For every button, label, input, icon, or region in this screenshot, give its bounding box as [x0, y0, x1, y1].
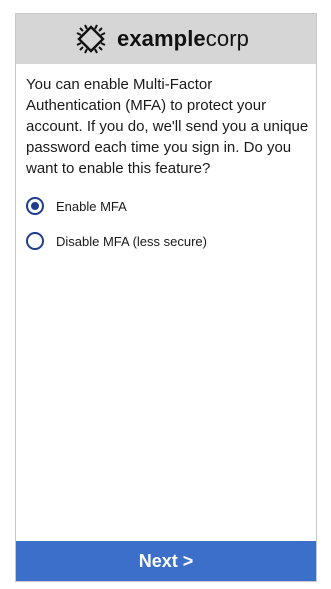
radio-disable-mfa[interactable]	[26, 232, 44, 250]
option-enable-mfa[interactable]: Enable MFA	[26, 195, 310, 217]
option-label-enable-mfa: Enable MFA	[56, 198, 127, 214]
header-bar: examplecorp	[16, 14, 316, 64]
brand-name-light: corp	[205, 26, 249, 51]
brand-logo: examplecorp	[117, 26, 249, 52]
radio-enable-mfa[interactable]	[26, 197, 44, 215]
mfa-screen: examplecorp You can enable Multi-Factor …	[15, 13, 317, 582]
main-content: You can enable Multi-Factor Authenticati…	[26, 74, 310, 265]
next-button[interactable]: Next >	[16, 541, 316, 581]
next-button-label: Next >	[138, 550, 194, 571]
brand-name-bold: example	[117, 26, 206, 51]
option-disable-mfa[interactable]: Disable MFA (less secure)	[26, 230, 310, 252]
intro-text: You can enable Multi-Factor Authenticati…	[26, 76, 309, 177]
chip-icon	[76, 24, 106, 54]
option-label-disable-mfa: Disable MFA (less secure)	[56, 233, 207, 249]
